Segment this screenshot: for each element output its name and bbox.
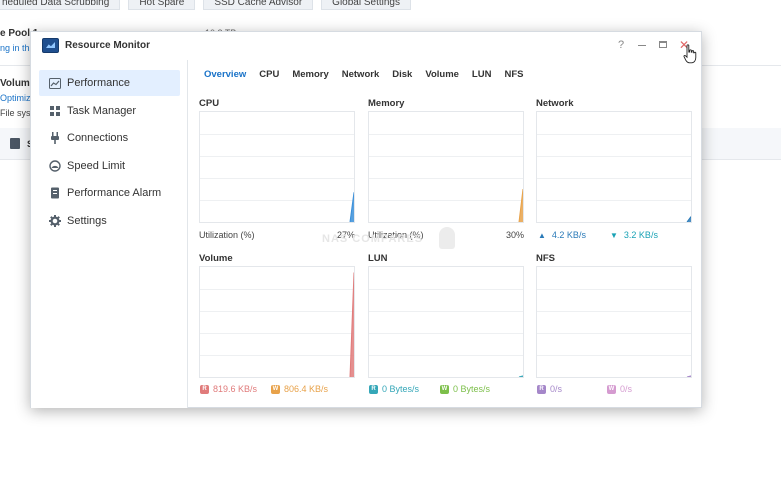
network-upload: ▲ 4.2 KB/s xyxy=(538,230,586,240)
tab-disk[interactable]: Disk xyxy=(392,69,412,83)
lun-graph-svg xyxy=(369,289,523,377)
network-graph[interactable] xyxy=(536,111,692,223)
network-upload-value: 4.2 KB/s xyxy=(551,230,586,240)
volume-optimize-link[interactable]: Optimiz xyxy=(0,93,31,103)
nfs-write: W 0/s xyxy=(607,384,632,394)
nfs-read-value: 0/s xyxy=(550,384,563,394)
volume-label: Volum xyxy=(0,78,30,89)
sidebar: Performance Task Manager Connections Spe… xyxy=(31,60,188,408)
tab-lun[interactable]: LUN xyxy=(472,69,492,83)
lun-panel-title: LUN xyxy=(368,253,388,264)
window-title: Resource Monitor xyxy=(65,40,151,51)
download-arrow-icon: ▼ xyxy=(610,230,618,240)
speed-limit-icon xyxy=(49,160,61,172)
background-tab-bar: heduled Data Scrubbing Hot Spare SSD Cac… xyxy=(0,0,411,10)
volume-read-value: 819.6 KB/s xyxy=(213,384,258,394)
task-manager-icon xyxy=(49,105,61,117)
storage-pool-status[interactable]: ng in th xyxy=(0,43,30,53)
cpu-graph-svg xyxy=(200,134,354,222)
nfs-panel-title: NFS xyxy=(536,253,555,264)
lun-write: W 0 Bytes/s xyxy=(440,384,490,394)
tab-cpu[interactable]: CPU xyxy=(259,69,279,83)
resource-monitor-window: Resource Monitor ? ✕ Performance Task Ma… xyxy=(30,31,702,408)
alarm-icon xyxy=(49,187,61,199)
lun-graph[interactable] xyxy=(368,266,524,378)
lun-read-value: 0 Bytes/s xyxy=(382,384,420,394)
memory-graph-svg xyxy=(369,134,523,222)
nfs-read: R 0/s xyxy=(537,384,562,394)
lun-read: R 0 Bytes/s xyxy=(369,384,419,394)
sidebar-item-connections[interactable]: Connections xyxy=(39,125,180,151)
volume-panel-title: Volume xyxy=(199,253,233,264)
volume-write-value: 806.4 KB/s xyxy=(284,384,329,394)
cpu-caption: Utilization (%) xyxy=(199,230,255,240)
sidebar-item-settings[interactable]: Settings xyxy=(39,208,180,234)
tab-ssd-cache-advisor[interactable]: SSD Cache Advisor xyxy=(203,0,314,10)
nfs-graph-svg xyxy=(537,289,691,377)
sidebar-item-label: Task Manager xyxy=(67,105,137,117)
tab-data-scrubbing[interactable]: heduled Data Scrubbing xyxy=(0,0,121,10)
tab-volume[interactable]: Volume xyxy=(425,69,459,83)
connections-icon xyxy=(49,132,61,144)
tab-hot-spare[interactable]: Hot Spare xyxy=(128,0,196,10)
sidebar-item-label: Connections xyxy=(67,132,129,144)
storage-icon xyxy=(10,138,20,149)
sidebar-item-performance[interactable]: Performance xyxy=(39,70,180,96)
volume-graph-svg xyxy=(200,272,354,377)
network-panel-title: Network xyxy=(536,98,574,109)
sidebar-item-performance-alarm[interactable]: Performance Alarm xyxy=(39,180,180,206)
sidebar-item-label: Performance Alarm xyxy=(67,187,162,199)
sidebar-item-label: Settings xyxy=(67,215,107,227)
write-badge-icon: W xyxy=(607,384,616,394)
memory-graph[interactable] xyxy=(368,111,524,223)
performance-icon xyxy=(49,77,61,89)
watermark-logo-icon xyxy=(439,227,455,249)
sidebar-item-speed-limit[interactable]: Speed Limit xyxy=(39,153,180,179)
nfs-graph[interactable] xyxy=(536,266,692,378)
watermark: NAS COMPARES xyxy=(322,233,424,245)
memory-value: 30% xyxy=(505,230,524,240)
upload-arrow-icon: ▲ xyxy=(538,230,546,240)
write-badge-icon: W xyxy=(271,384,280,394)
sidebar-item-task-manager[interactable]: Task Manager xyxy=(39,98,180,124)
lun-write-value: 0 Bytes/s xyxy=(453,384,491,394)
help-button[interactable]: ? xyxy=(614,38,628,52)
volume-file-system: File sys xyxy=(0,108,31,118)
read-badge-icon: R xyxy=(200,384,209,394)
nfs-write-value: 0/s xyxy=(620,384,633,394)
network-download-value: 3.2 KB/s xyxy=(623,230,658,240)
tab-overview[interactable]: Overview xyxy=(204,69,246,83)
tab-memory[interactable]: Memory xyxy=(292,69,328,83)
write-badge-icon: W xyxy=(440,384,449,394)
resource-monitor-app-icon xyxy=(42,38,59,53)
network-download: ▼ 3.2 KB/s xyxy=(610,230,658,240)
volume-read: R 819.6 KB/s xyxy=(200,384,257,394)
memory-panel-title: Memory xyxy=(368,98,405,109)
gear-icon xyxy=(49,215,61,227)
cpu-graph[interactable] xyxy=(199,111,355,223)
hand-cursor-icon xyxy=(683,44,697,64)
cpu-panel-title: CPU xyxy=(199,98,220,109)
tab-network[interactable]: Network xyxy=(342,69,379,83)
read-badge-icon: R xyxy=(369,384,378,394)
sidebar-item-label: Performance xyxy=(67,77,130,89)
volume-write: W 806.4 KB/s xyxy=(271,384,328,394)
window-titlebar[interactable]: Resource Monitor ? ✕ xyxy=(31,32,701,60)
minimize-button[interactable] xyxy=(635,38,649,52)
tab-global-settings[interactable]: Global Settings xyxy=(321,0,411,10)
maximize-icon xyxy=(659,41,667,48)
maximize-button[interactable] xyxy=(656,38,670,52)
sidebar-item-label: Speed Limit xyxy=(67,160,126,172)
tab-nfs[interactable]: NFS xyxy=(504,69,523,83)
volume-graph[interactable] xyxy=(199,266,355,378)
network-graph-svg xyxy=(537,134,691,222)
overview-tab-bar: Overview CPU Memory Network Disk Volume … xyxy=(204,69,536,83)
minimize-icon xyxy=(638,45,646,46)
read-badge-icon: R xyxy=(537,384,546,394)
